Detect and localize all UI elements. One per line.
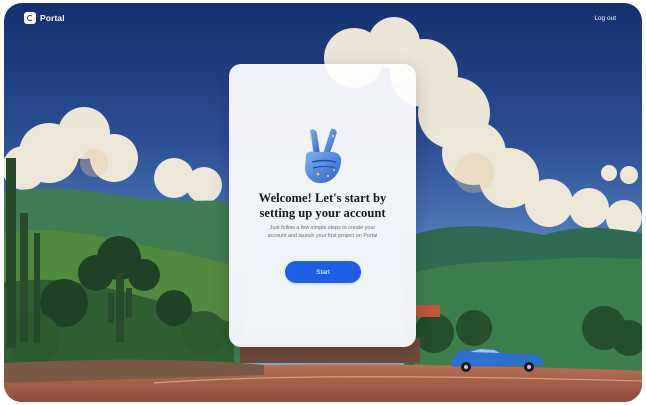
welcome-title: Welcome! Let's start by setting up your …	[229, 191, 416, 221]
start-button[interactable]: Start	[285, 261, 361, 283]
brand-name: Portal	[40, 13, 65, 23]
top-bar: Portal Log out	[4, 3, 642, 33]
peace-hand-icon	[305, 128, 342, 184]
portal-logo-icon	[24, 12, 36, 24]
welcome-title-line2: setting up your account	[259, 206, 386, 220]
welcome-title-line1: Welcome! Let's start by	[258, 191, 387, 205]
welcome-card: Welcome! Let's start by setting up your …	[229, 64, 416, 347]
logout-link[interactable]: Log out	[594, 15, 616, 22]
brand[interactable]: Portal	[24, 12, 65, 24]
welcome-subtitle: Just follow a few simple steps to create…	[267, 225, 378, 240]
app-window: Portal Log out Welcome! Let's start by s…	[4, 3, 642, 402]
